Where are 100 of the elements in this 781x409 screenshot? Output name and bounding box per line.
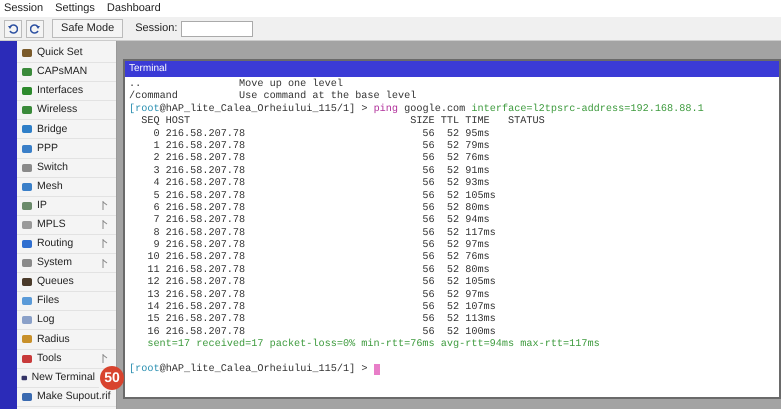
table-cell-text: 105ms <box>465 277 497 290</box>
sidebar-item[interactable]: Quick Set <box>17 44 116 64</box>
sidebar-item[interactable]: IP <box>17 196 116 216</box>
table-cell-text: 80ms <box>465 264 491 277</box>
help-text: Move up one level <box>239 79 343 90</box>
table-cell-text: 216.58.207.78 <box>166 215 246 228</box>
sidebar-item[interactable]: Interfaces <box>17 82 116 102</box>
table-cell-text: 216.58.207.78 <box>166 140 246 153</box>
sidebar-item[interactable]: MPLS <box>17 216 116 235</box>
prompt-text: interface=l2tp <box>471 104 557 115</box>
table-cell-text: 56 <box>421 202 435 215</box>
prompt-text: ping <box>374 104 398 115</box>
table-cell-text: 8 <box>152 228 160 240</box>
table-cell-text: 91ms <box>465 166 491 178</box>
prompt-text: src-address=192.168.88.1 <box>557 104 704 115</box>
table-cell-text: 94ms <box>465 215 491 228</box>
prompt-text: [root <box>129 104 160 115</box>
undo-button[interactable] <box>4 20 22 38</box>
square-icon <box>21 352 33 365</box>
sidebar-item[interactable]: Bridge <box>17 120 116 140</box>
sidebar-item[interactable]: CAPsMAN <box>17 63 116 82</box>
sidebar-item[interactable]: Switch <box>17 158 116 178</box>
table-cell-text: 16 <box>146 326 160 339</box>
square-icon <box>21 218 33 231</box>
square-icon <box>21 200 33 212</box>
menu-item[interactable]: Session <box>4 0 44 17</box>
item-label: Log <box>37 312 55 328</box>
redo-icon <box>30 24 40 34</box>
item-label: Files <box>37 293 60 308</box>
table-cell-text: 52 <box>446 128 460 141</box>
session-label: Session: <box>135 21 178 36</box>
safe-mode-button[interactable]: Safe Mode <box>52 19 124 38</box>
column-header: SIZE <box>410 116 435 129</box>
table-cell-text: 216.58.207.78 <box>166 166 246 178</box>
table-cell-text: 13 <box>146 290 160 302</box>
sidebar-item[interactable]: Mesh <box>17 178 116 197</box>
table-cell-text: 56 <box>421 240 435 252</box>
redo-button[interactable] <box>26 20 44 38</box>
table-cell-text: 52 <box>446 277 460 290</box>
ping-summary: sent=17 received=17 packet-loss=0% min-rtt=76ms avg-rtt=94ms max-rtt=117ms <box>147 339 600 352</box>
table-cell-text: 52 <box>446 228 460 240</box>
sidebar-item[interactable]: Make Supout.rif <box>17 388 116 407</box>
table-cell-text: 56 <box>421 166 435 178</box>
count-badge: 50 <box>100 366 124 390</box>
table-cell-text: 10 <box>146 252 160 265</box>
table-cell-text: 52 <box>446 326 460 339</box>
sidebar-item[interactable]: Files <box>17 292 116 312</box>
table-cell-text: 76ms <box>465 153 491 166</box>
menu-item[interactable]: Dashboard <box>106 0 161 17</box>
square-icon <box>21 104 33 116</box>
sidebar-item[interactable]: Queues <box>17 273 116 292</box>
table-cell-text: 52 <box>446 190 460 203</box>
item-label: Mesh <box>37 178 63 194</box>
table-cell-text: 56 <box>421 140 435 153</box>
table-cell-text: 216.58.207.78 <box>166 326 246 338</box>
sidebar-item[interactable]: Log <box>17 311 116 330</box>
item-label: Quick Set <box>37 45 83 60</box>
table-cell-text: 216.58.207.78 <box>166 264 246 277</box>
square-icon <box>21 123 33 136</box>
table-cell-text: 56 <box>421 153 435 166</box>
table-cell-text: 7 <box>152 215 160 228</box>
prompt-text: @hAP_lite_Calea_Orheiului_115/1] > <box>160 364 368 375</box>
square-icon <box>21 257 33 270</box>
table-cell-text: 216.58.207.78 <box>166 128 246 141</box>
table-cell-text: 2 <box>152 153 160 166</box>
table-cell-text: 56 <box>421 314 435 327</box>
item-label: Tools <box>37 350 62 366</box>
sidebar-item[interactable]: New Terminal <box>17 368 99 388</box>
table-cell-text: 9 <box>152 240 160 252</box>
table-cell-text: 4 <box>152 178 160 191</box>
table-cell-text: 56 <box>421 178 435 191</box>
square-icon <box>21 142 33 155</box>
sidebar-item[interactable]: Radius <box>17 330 116 350</box>
table-cell-text: 56 <box>421 228 435 240</box>
table-cell-text: 52 <box>446 240 460 252</box>
table-cell-text: 56 <box>421 128 435 141</box>
table-cell-text: 56 <box>421 326 435 338</box>
command-key: .. <box>129 79 240 92</box>
sidebar-item[interactable]: PPP <box>17 139 116 159</box>
table-cell-text: 52 <box>446 252 460 265</box>
table-cell-text: 6 <box>152 202 160 215</box>
item-label: CAPsMAN <box>37 64 88 80</box>
table-cell-text: 56 <box>421 290 435 302</box>
table-cell-text: 52 <box>446 264 460 277</box>
sidebar-item[interactable]: Wireless <box>17 101 116 120</box>
table-cell-text: 216.58.207.78 <box>166 153 246 166</box>
table-cell-text: 107ms <box>465 302 497 314</box>
square-icon <box>21 390 33 403</box>
square-icon <box>21 66 33 78</box>
table-cell-text: 105ms <box>465 190 497 203</box>
table-cell-text: 52 <box>446 166 460 178</box>
column-header: SEQ <box>140 116 160 129</box>
square-icon <box>21 314 33 326</box>
table-cell-text: 216.58.207.78 <box>166 277 246 290</box>
table-cell-text: 11 <box>146 264 160 277</box>
sidebar-item[interactable]: System <box>17 254 116 274</box>
sidebar-item[interactable]: Routing <box>17 234 116 254</box>
column-header: TTL <box>440 116 460 129</box>
menu-item[interactable]: Settings <box>55 0 95 17</box>
session-field[interactable] <box>181 20 254 36</box>
